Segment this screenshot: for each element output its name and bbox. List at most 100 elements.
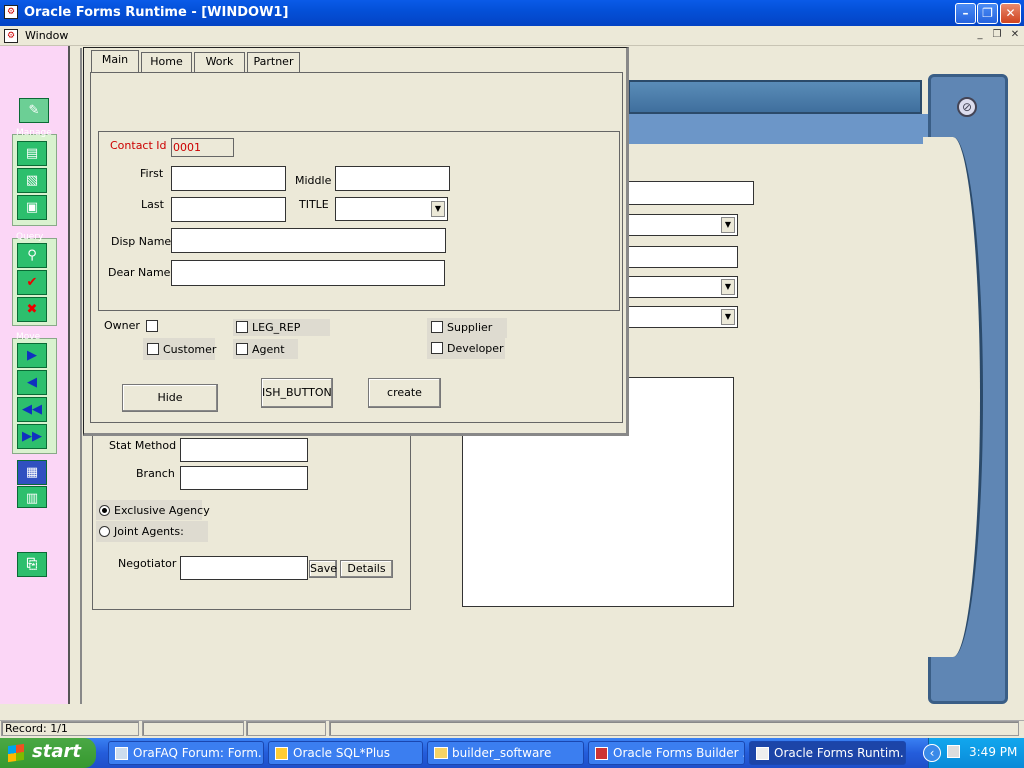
tray-expand-icon[interactable]: ‹ [923,744,941,762]
tab-partner[interactable]: Partner [247,52,300,72]
hide-button[interactable]: Hide [122,384,218,412]
first-name-field[interactable] [171,166,286,191]
status-cell-4 [329,721,1019,736]
task-forms-runtime[interactable]: Oracle Forms Runtim... [749,741,906,765]
agent-label: Agent [252,343,285,356]
exit-icon[interactable]: ⎘ [17,552,47,577]
leg-rep-checkbox[interactable] [236,321,248,333]
cancel-query-icon[interactable]: ✖ [17,297,47,322]
bg-dropdown-2[interactable]: ▼ [628,276,738,298]
close-button[interactable]: ✕ [1000,3,1021,24]
start-button[interactable]: start [0,738,96,768]
system-tray: ‹ 3:49 PM [923,738,1024,768]
status-cell-2 [142,721,244,736]
customer-checkbox[interactable] [147,343,159,355]
query-group-label: Query [16,232,44,242]
bg-text-field-2[interactable] [628,246,738,268]
bg-text-field-1[interactable] [628,181,754,205]
start-label: start [32,741,81,762]
supplier-label: Supplier [447,321,493,334]
create-button[interactable]: create [368,378,441,408]
tab-main[interactable]: Main [91,50,139,72]
customer-label: Customer [163,343,217,356]
title-bar: ⚙ Oracle Forms Runtime - [WINDOW1] – ❐ ✕ [0,0,1024,26]
mdi-restore-icon[interactable]: ❐ [990,29,1004,43]
owner-checkbox[interactable] [146,320,158,332]
task-forms-builder[interactable]: Oracle Forms Builder ... [588,741,745,765]
save-button[interactable]: Save [309,560,337,578]
browser-icon [115,747,128,760]
agent-checkbox[interactable] [236,343,248,355]
supplier-checkbox[interactable] [431,321,443,333]
contact-id-label: Contact Id [110,139,167,152]
new-record-icon[interactable]: ▤ [17,141,47,166]
first-record-icon[interactable]: ◀◀ [17,397,47,422]
folder-icon [434,747,448,759]
enter-query-icon[interactable]: ⚲ [17,243,47,268]
contact-id-field[interactable]: 0001 [171,138,234,157]
title-dropdown[interactable]: ▼ [335,197,448,221]
execute-query-icon[interactable]: ✔ [17,270,47,295]
disp-name-field[interactable] [171,228,446,253]
radio-joint[interactable] [99,526,110,537]
push-button-2[interactable]: ISH_BUTTON2: [261,378,333,408]
dear-name-field[interactable] [171,260,445,286]
tab-home[interactable]: Home [141,52,192,72]
restore-button[interactable]: ❐ [977,3,998,24]
status-cell-3 [246,721,326,736]
mdi-minimize-icon[interactable]: _ [973,29,987,43]
menu-window[interactable]: Window [25,29,68,42]
bg-dropdown-3[interactable]: ▼ [628,306,738,328]
delete-record-icon[interactable]: ▧ [17,168,47,193]
negotiator-field[interactable] [180,556,308,580]
radio-exclusive[interactable] [99,505,110,516]
task-label: Oracle Forms Builder ... [613,746,745,760]
task-orafaq-forum[interactable]: OraFAQ Forum: Form... [108,741,264,765]
task-label: builder_software [452,746,552,760]
title-label: TITLE [299,198,329,211]
calendar-icon[interactable]: ▦ [17,460,47,485]
menu-bar: ⚙ Window _ ❐ ✕ [0,26,1024,46]
task-sqlplus[interactable]: Oracle SQL*Plus [268,741,423,765]
forms-runtime-icon [756,747,769,760]
clock: 3:49 PM [969,745,1018,759]
sqlplus-icon [275,747,288,760]
decorative-panel: ⊘ [923,74,1008,704]
windows-logo-icon [8,743,24,763]
task-builder-software[interactable]: builder_software [427,741,584,765]
calculator-icon[interactable]: ▥ [17,486,47,508]
details-button[interactable]: Details [340,560,393,578]
mdi-close-icon[interactable]: ✕ [1008,29,1022,43]
last-record-icon[interactable]: ▶▶ [17,424,47,449]
save-icon[interactable]: ▣ [17,195,47,220]
task-label: Oracle SQL*Plus [293,746,391,760]
canvas-edge [80,48,82,704]
next-record-icon[interactable]: ▶ [17,343,47,368]
stat-method-field[interactable] [180,438,308,462]
middle-name-field[interactable] [335,166,450,191]
developer-checkbox[interactable] [431,342,443,354]
branch-label: Branch [136,467,175,480]
oracle-forms-icon: ⚙ [4,5,18,19]
negotiator-label: Negotiator [118,557,177,570]
tools-icon[interactable]: ✎ [19,98,49,123]
window-title: Oracle Forms Runtime - [WINDOW1] [24,5,289,20]
dear-name-label: Dear Name [108,266,171,279]
previous-record-icon[interactable]: ◀ [17,370,47,395]
window-menu-icon[interactable]: ⚙ [4,29,18,43]
minimize-button[interactable]: – [955,3,976,24]
clock-logo-icon: ⊘ [957,97,977,117]
header-strip [628,114,928,144]
task-label: OraFAQ Forum: Form... [133,746,264,760]
task-label: Oracle Forms Runtim... [774,746,906,760]
first-label: First [140,167,164,180]
stat-method-label: Stat Method [109,439,177,452]
tab-work[interactable]: Work [194,52,245,72]
developer-label: Developer [447,342,504,355]
chevron-down-icon[interactable]: ▼ [431,201,445,217]
last-name-field[interactable] [171,197,286,222]
branch-field[interactable] [180,466,308,490]
network-icon[interactable] [947,745,960,758]
radio-exclusive-label: Exclusive Agency [114,504,210,517]
bg-dropdown-1[interactable]: ▼ [628,214,738,236]
